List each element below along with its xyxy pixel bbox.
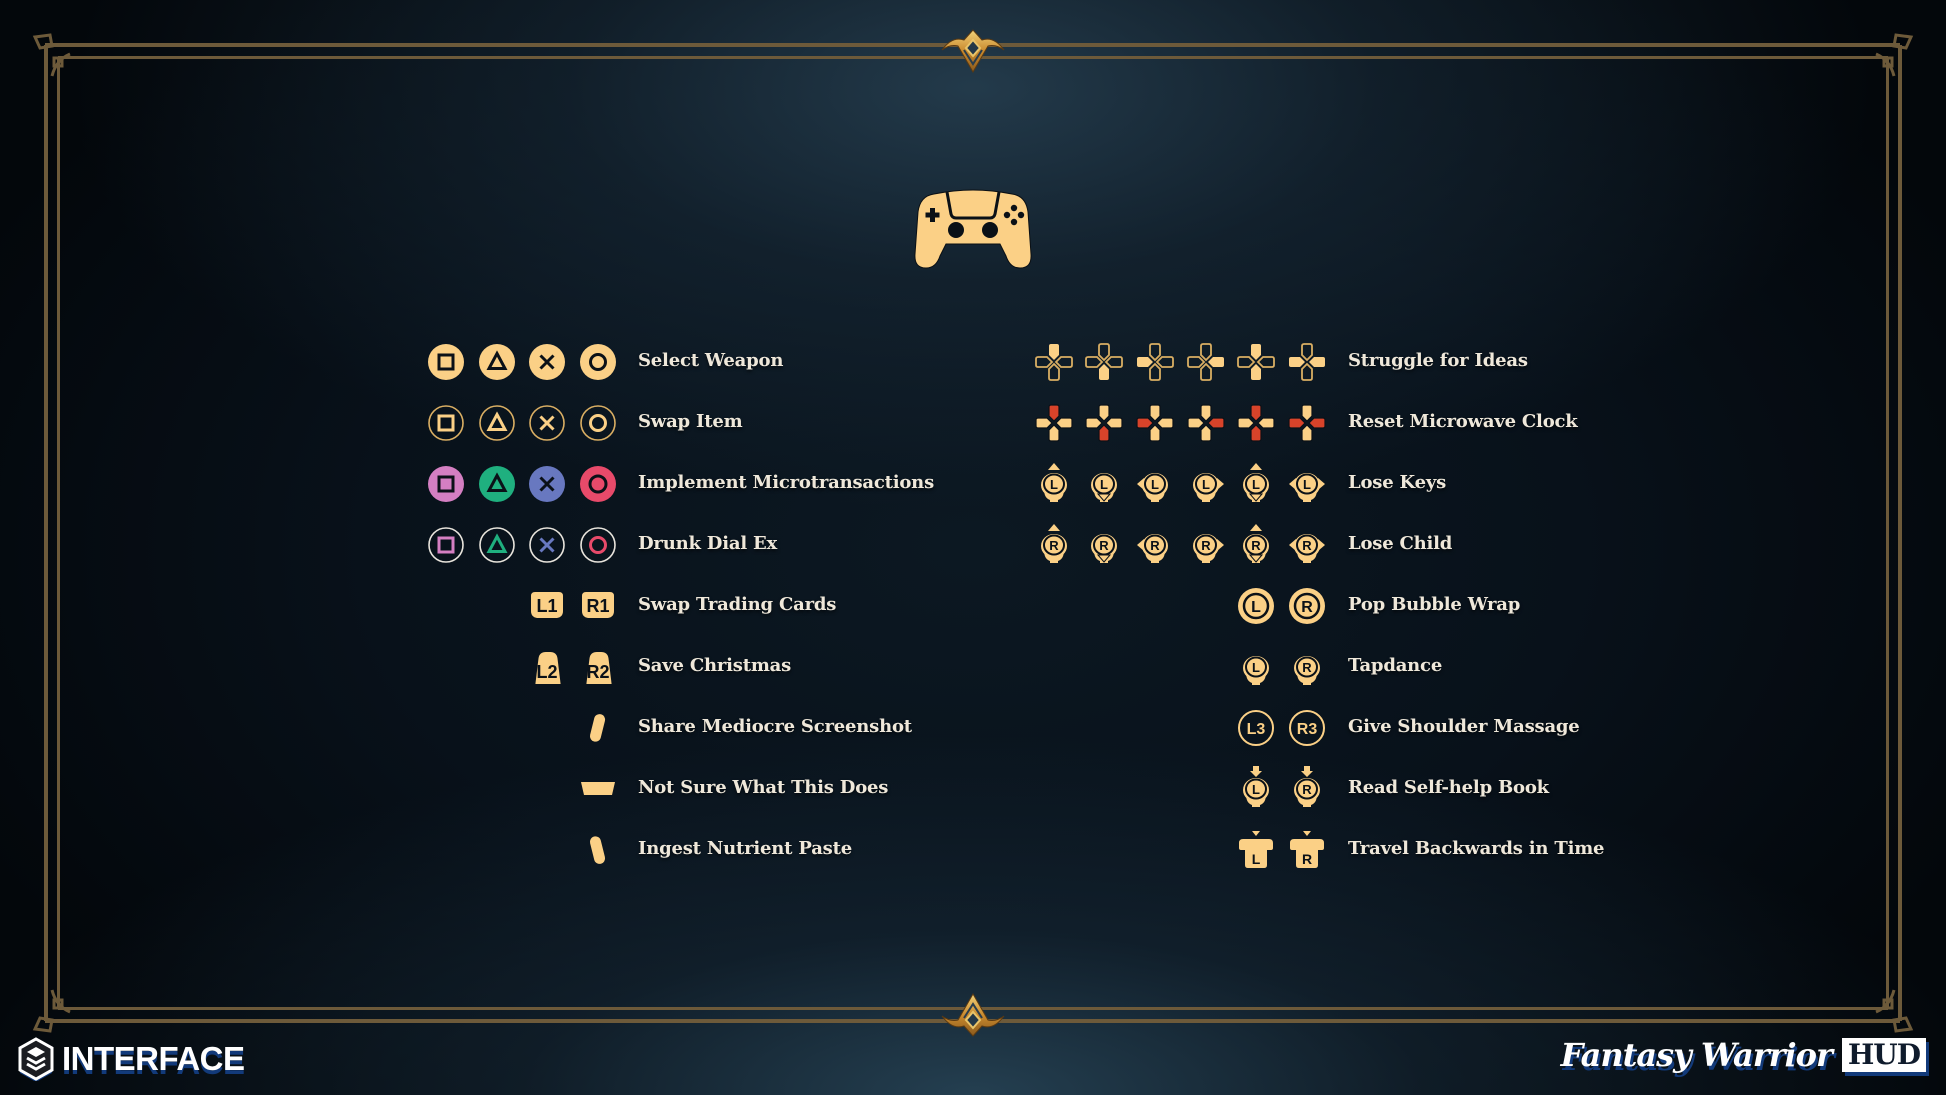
top-crest-ornament xyxy=(941,29,1005,74)
binding-row: L R Travel Backwards in Time xyxy=(0,827,1946,871)
svg-text:R: R xyxy=(1252,538,1262,553)
r-stick-up-icon: R xyxy=(1035,524,1073,564)
svg-text:R3: R3 xyxy=(1297,721,1318,738)
svg-text:R: R xyxy=(1201,538,1211,553)
dpad-left-right-icon xyxy=(1288,343,1326,381)
binding-row: L R Tapdance xyxy=(0,644,1946,688)
r-stick-top-icon: R xyxy=(1288,587,1326,625)
l-stick-icon: L xyxy=(1237,648,1275,686)
l-stick-left-icon: L xyxy=(1136,465,1174,503)
binding-label: Reset Microwave Clock xyxy=(1348,411,1578,432)
dpad-left-right-icon xyxy=(1288,404,1326,442)
binding-row: Struggle for Ideas xyxy=(0,339,1946,383)
svg-text:L: L xyxy=(1303,477,1311,492)
r-stick-press-icon: R xyxy=(1288,766,1326,808)
r-stick-down-icon: R xyxy=(1085,526,1123,564)
r-stick-up-down-icon: R xyxy=(1237,524,1275,564)
svg-text:R: R xyxy=(1049,538,1059,553)
dpad-left-icon xyxy=(1136,343,1174,381)
l-trigger-press-icon: L xyxy=(1237,831,1275,869)
svg-text:L: L xyxy=(1252,477,1260,492)
l-stick-top-icon: L xyxy=(1237,587,1275,625)
svg-text:R: R xyxy=(1099,538,1109,553)
dpad-right-icon xyxy=(1186,404,1225,442)
svg-text:L: L xyxy=(1251,599,1261,616)
binding-label: Give Shoulder Massage xyxy=(1348,716,1580,737)
l3-icon: L3 xyxy=(1237,709,1275,747)
svg-text:L: L xyxy=(1151,477,1159,492)
bottom-crest-ornament xyxy=(941,992,1005,1037)
binding-label: Lose Keys xyxy=(1348,472,1447,493)
svg-text:R: R xyxy=(1302,538,1312,553)
binding-label: Tapdance xyxy=(1348,655,1443,676)
r3-icon: R3 xyxy=(1288,709,1326,747)
binding-row: L3 R3 Give Shoulder Massage xyxy=(0,705,1946,749)
dpad-up-down-icon xyxy=(1237,343,1276,381)
fantasy-warrior-brand-text: Fantasy Warrior xyxy=(1560,1036,1833,1074)
dpad-left-icon xyxy=(1136,404,1174,442)
svg-text:R: R xyxy=(1302,660,1312,675)
binding-label: Travel Backwards in Time xyxy=(1348,838,1605,859)
r-stick-left-icon: R xyxy=(1136,526,1174,564)
svg-text:L: L xyxy=(1252,782,1260,797)
l-stick-press-icon: L xyxy=(1237,766,1275,808)
r-stick-right-icon: R xyxy=(1187,526,1225,564)
binding-row: R R R R R R Lose Child xyxy=(0,522,1946,566)
interface-brand-text: INTERFACE xyxy=(62,1040,245,1077)
svg-text:R: R xyxy=(1301,599,1313,616)
dpad-up-down-icon xyxy=(1237,404,1275,442)
dpad-up-icon xyxy=(1034,404,1073,442)
interface-brand: INTERFACE xyxy=(18,1037,245,1081)
svg-text:L: L xyxy=(1100,477,1108,492)
binding-row: L R Pop Bubble Wrap xyxy=(0,583,1946,627)
l-stick-up-down-icon: L xyxy=(1237,463,1275,503)
corner-ornament-bottom-left xyxy=(32,989,71,1033)
r-stick-icon: R xyxy=(1288,648,1326,686)
svg-text:L3: L3 xyxy=(1247,721,1266,738)
l-stick-left-right-icon: L xyxy=(1288,465,1326,503)
dpad-right-icon xyxy=(1186,343,1225,381)
dpad-down-icon xyxy=(1085,343,1124,381)
l-stick-right-icon: L xyxy=(1187,465,1225,503)
dpad-up-icon xyxy=(1034,343,1073,381)
l-stick-up-icon: L xyxy=(1035,463,1073,503)
binding-label: Lose Child xyxy=(1348,533,1453,554)
dpad-down-icon xyxy=(1085,404,1123,442)
l-stick-down-icon: L xyxy=(1085,465,1123,503)
svg-text:R: R xyxy=(1302,782,1312,797)
svg-text:R: R xyxy=(1302,851,1312,867)
corner-ornament-bottom-right xyxy=(1875,989,1914,1033)
binding-label: Read Self-help Book xyxy=(1348,777,1549,798)
binding-row: L R Read Self-help Book xyxy=(0,766,1946,810)
svg-text:L: L xyxy=(1202,477,1210,492)
corner-ornament-top-right xyxy=(1875,33,1914,77)
r-trigger-press-icon: R xyxy=(1288,831,1326,869)
binding-row: L L L L L L Lose Keys xyxy=(0,461,1946,505)
svg-text:L: L xyxy=(1050,477,1058,492)
r-stick-left-right-icon: R xyxy=(1288,526,1326,564)
svg-text:L: L xyxy=(1252,851,1261,867)
gamepad-icon xyxy=(914,189,1032,269)
svg-text:R: R xyxy=(1150,538,1160,553)
interface-logo-icon xyxy=(18,1037,54,1081)
corner-ornament-top-left xyxy=(32,33,71,77)
svg-text:L: L xyxy=(1252,660,1260,675)
binding-label: Pop Bubble Wrap xyxy=(1348,594,1521,615)
fantasy-warrior-hud-brand: Fantasy Warrior HUD xyxy=(1561,1036,1926,1074)
binding-label: Struggle for Ideas xyxy=(1348,350,1528,371)
binding-row: Reset Microwave Clock xyxy=(0,400,1946,444)
hud-badge: HUD xyxy=(1841,1038,1926,1072)
